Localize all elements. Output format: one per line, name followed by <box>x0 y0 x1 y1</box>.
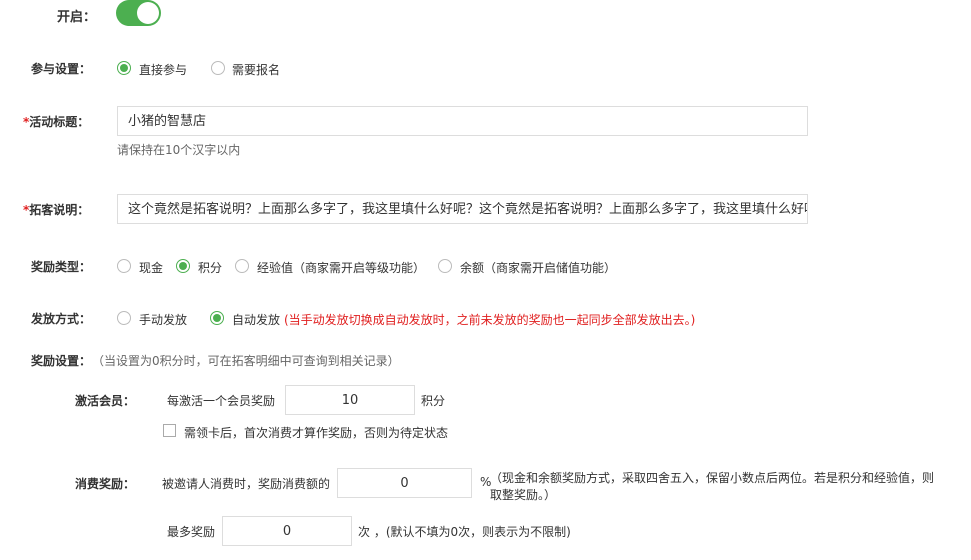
card-required-label[interactable]: 需领卡后，首次消费才算作奖励，否则为待定状态 <box>184 424 448 441</box>
title-label-text: 活动标题： <box>29 115 90 129</box>
radio-manual[interactable] <box>117 311 131 325</box>
radio-auto[interactable] <box>210 311 224 325</box>
consumption-note-line1: （现金和余额奖励方式，采取四舍五入，保留小数点后两位。若是积分和经验值，则 <box>490 471 935 485</box>
card-required-checkbox[interactable] <box>163 424 176 437</box>
description-input[interactable]: 这个竟然是拓客说明？上面那么多字了，我这里填什么好呢？这个竟然是拓客说明？上面那… <box>117 194 808 224</box>
consumption-percent-input[interactable]: 0 <box>337 468 472 498</box>
activate-member-label: 激活会员： <box>75 394 136 408</box>
option-balance[interactable]: 余额（商家需开启储值功能） <box>460 259 616 276</box>
option-cash[interactable]: 现金 <box>139 259 163 276</box>
radio-experience[interactable] <box>235 259 249 273</box>
issue-warning: (当手动发放切换成自动发放时，之前未发放的奖励也一起同步全部发放出去。) <box>284 313 696 327</box>
title-label: *活动标题： <box>23 113 89 130</box>
reward-settings-note: （当设置为0积分时，可在拓客明细中可查询到相关记录） <box>92 354 400 368</box>
max-reward-note: 次 ，(默认不填为0次，则表示为不限制) <box>358 525 571 539</box>
activate-reward-input[interactable]: 10 <box>285 385 415 415</box>
title-hint: 请保持在10个汉字以内 <box>117 143 241 157</box>
enable-label: 开启： <box>57 10 97 25</box>
option-points[interactable]: 积分 <box>198 259 222 276</box>
radio-points[interactable] <box>176 259 190 273</box>
max-reward-label: 最多奖励 <box>167 525 216 539</box>
reward-type-label: 奖励类型： <box>31 260 92 274</box>
toggle-knob <box>137 2 159 24</box>
activate-unit: 积分 <box>421 394 446 408</box>
consumption-label: 消费奖励： <box>75 477 136 491</box>
participation-label: 参与设置： <box>31 62 92 76</box>
description-label-text: 拓客说明： <box>29 203 90 217</box>
max-reward-input[interactable]: 0 <box>222 516 352 546</box>
option-manual[interactable]: 手动发放 <box>139 311 187 328</box>
option-auto[interactable]: 自动发放 <box>232 311 280 328</box>
radio-direct-join[interactable] <box>117 61 131 75</box>
activate-prefix: 每激活一个会员奖励 <box>167 394 276 408</box>
option-direct-join[interactable]: 直接参与 <box>139 61 187 78</box>
title-input[interactable]: 小猪的智慧店 <box>117 106 808 136</box>
enable-toggle[interactable] <box>116 0 161 26</box>
issue-method-label: 发放方式： <box>31 312 92 326</box>
option-need-signup[interactable]: 需要报名 <box>232 61 280 78</box>
consumption-note-line2: 取整奖励。） <box>490 488 557 502</box>
radio-balance[interactable] <box>438 259 452 273</box>
radio-need-signup[interactable] <box>211 61 225 75</box>
description-label: *拓客说明： <box>23 201 89 218</box>
option-experience[interactable]: 经验值（商家需开启等级功能） <box>257 259 425 276</box>
reward-settings-label: 奖励设置： <box>31 354 92 368</box>
radio-cash[interactable] <box>117 259 131 273</box>
consumption-prefix: 被邀请人消费时，奖励消费额的 <box>162 477 331 491</box>
